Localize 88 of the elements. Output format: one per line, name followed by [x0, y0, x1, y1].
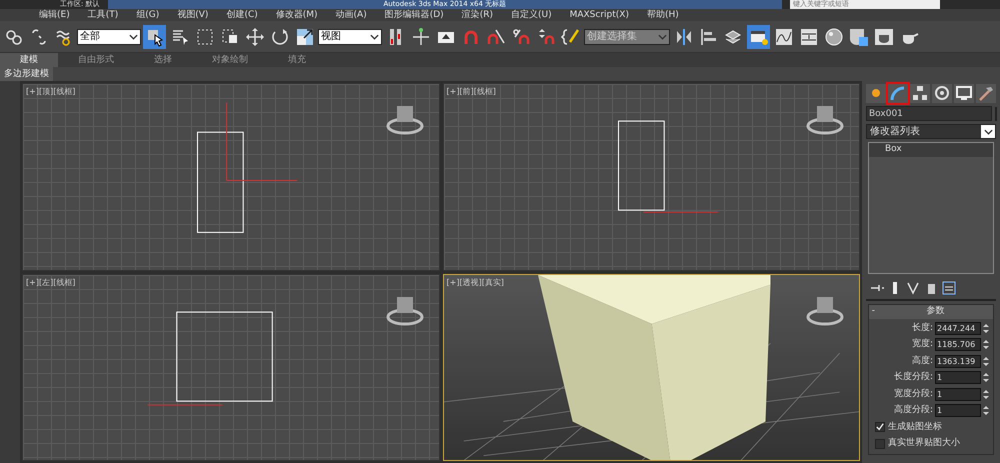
viewport[interactable]: [+][前][线框] [442, 83, 860, 270]
menu-item[interactable]: 自定义(U) [502, 9, 561, 21]
modifier-list-dropdown[interactable]: 修改器列表 [866, 124, 996, 139]
param-label: 高度: [912, 354, 933, 368]
panel-icon [798, 26, 818, 46]
checkbox[interactable] [875, 422, 885, 432]
param-field[interactable]: 1185.706 [935, 338, 981, 352]
hammer-icon [977, 85, 995, 102]
window-bulb-button[interactable] [747, 24, 770, 48]
viewport[interactable]: [+][左][线框] [22, 274, 440, 461]
spinner-arrows-icon[interactable] [983, 322, 989, 335]
color-swatch[interactable] [994, 106, 997, 120]
ribbon-tab[interactable]: 对象绘制 [192, 53, 268, 67]
arc-tab[interactable] [888, 84, 908, 103]
menu-item[interactable]: 帮助(H) [638, 9, 688, 21]
dropdown[interactable]: 视图 [318, 28, 382, 44]
menu-item[interactable]: 创建(C) [217, 9, 267, 21]
arc-icon [889, 85, 907, 102]
hierarchy-tab[interactable] [910, 84, 930, 103]
menu-item[interactable]: 动画(A) [326, 9, 376, 21]
ribbon-panel-tab[interactable]: 多边形建模 [0, 67, 53, 81]
cursor-button[interactable] [143, 24, 166, 48]
scale-icon [294, 26, 314, 46]
hierarchy-icon [911, 85, 929, 102]
menu-item[interactable]: 组(G) [127, 9, 168, 21]
menu-item[interactable]: MAXScript(X) [560, 9, 638, 21]
param-field[interactable]: 1 [935, 404, 981, 418]
sun-tab[interactable] [866, 84, 886, 103]
fork-icon[interactable] [906, 281, 920, 295]
align-bars-icon [698, 26, 718, 46]
ribbon-tab[interactable]: 建模 [0, 53, 58, 67]
spinner-arrows-icon[interactable] [983, 371, 989, 384]
param-label: 长度: [912, 322, 933, 334]
object-name-field[interactable]: Box001 [866, 106, 992, 121]
viewport-label[interactable]: [+][透视][真实] [446, 276, 504, 288]
rotate-icon [270, 26, 290, 46]
menu-item[interactable]: 渲染(R) [452, 9, 502, 21]
menu-item[interactable]: 工具(T) [78, 9, 128, 21]
param-label: 高度分段: [894, 404, 933, 417]
param-field[interactable]: 1363.139 [935, 354, 981, 368]
caret-icon [658, 34, 667, 40]
curve-graph-icon [774, 26, 794, 46]
dashed-rectangle-icon [194, 26, 214, 46]
ribbon-tab[interactable]: 自由形式 [58, 53, 134, 67]
rollout-title[interactable]: 参数 [878, 305, 993, 318]
param-label: 宽度: [912, 338, 933, 351]
axis-cross-icon [410, 26, 430, 46]
percent-magnet-icon [510, 26, 530, 46]
stack-item[interactable]: Box [869, 143, 993, 156]
ribbon-tab[interactable]: 选择 [134, 53, 192, 67]
caret-icon [129, 34, 138, 40]
param-label: 长度分段: [894, 371, 933, 384]
monitor-icon [955, 85, 973, 102]
viewport-label[interactable]: [+][前][线框] [446, 86, 496, 98]
menu-item[interactable]: 视图(V) [168, 9, 218, 21]
menu-item[interactable]: 图形编辑器(D) [376, 9, 453, 21]
param-label: 宽度分段: [894, 388, 933, 400]
param-field[interactable]: 1 [935, 388, 981, 401]
wheel-tab[interactable] [932, 84, 952, 103]
angle-magnet-icon [486, 26, 506, 46]
braces-pencil-icon [560, 26, 580, 46]
menu-item[interactable]: 修改器(M) [266, 9, 327, 21]
viewport[interactable]: [+][透视][真实] [442, 274, 860, 461]
sphere-icon [824, 26, 844, 46]
list-config-icon[interactable] [942, 281, 956, 295]
menu-item[interactable]: 编辑(E) [30, 9, 79, 21]
caret-icon [984, 128, 992, 134]
spinner-arrows-icon[interactable] [983, 338, 989, 352]
viewport[interactable]: [+][顶][线框] [22, 83, 440, 270]
move-arrows-icon [244, 26, 264, 46]
viewport-label[interactable]: [+][顶][线框] [26, 86, 76, 98]
param-field[interactable]: 2447.244 [935, 322, 981, 335]
ribbon-tab[interactable]: 填充 [268, 53, 326, 67]
param-field[interactable]: 1 [935, 371, 981, 384]
teapot-frame-icon [874, 26, 894, 46]
spinner-arrows-icon[interactable] [983, 404, 989, 418]
dropdown[interactable]: 全部 [77, 28, 141, 44]
caret-icon [370, 34, 379, 40]
spinner-arrows-icon[interactable] [983, 388, 989, 401]
collapse-toggle[interactable]: - [869, 305, 878, 318]
checkbox-label: 生成贴图坐标 [888, 420, 942, 434]
monitor-tab[interactable] [954, 84, 974, 103]
checkbox[interactable] [875, 438, 885, 449]
hammer-tab[interactable] [976, 84, 996, 103]
spinner-arrows-icon[interactable] [983, 354, 989, 368]
viewport-label[interactable]: [+][左][线框] [26, 276, 76, 288]
wheel-icon [933, 85, 951, 102]
checkbox-label: 真实世界贴图大小 [888, 437, 960, 450]
